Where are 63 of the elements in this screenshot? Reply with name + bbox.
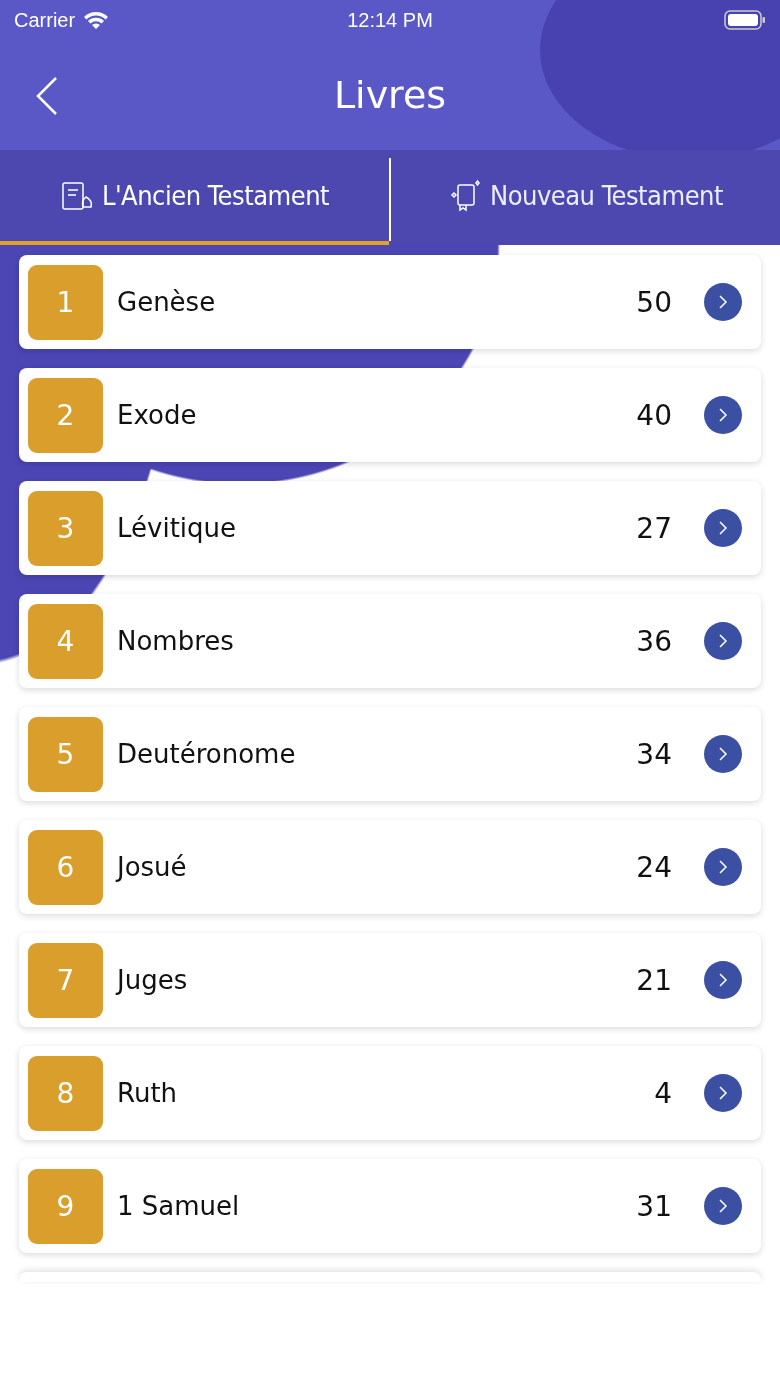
open-button[interactable] [704,961,742,999]
book-card[interactable]: 8 Ruth 4 [19,1046,761,1140]
chevron-icon [718,859,728,875]
chevron-icon [718,1198,728,1214]
testament-tab[interactable]: L'Ancien Testament [0,150,389,245]
clock-time: 12:14 PM [347,8,433,32]
book-name: Lévitique [117,513,238,543]
carrier-label: Carrier [14,8,76,32]
book-card[interactable]: 9 1 Samuel 31 [19,1159,761,1253]
testament-tab[interactable]: Nouveau Testament [391,150,780,245]
battery-icon [724,10,766,30]
book-number: 2 [28,377,103,453]
open-button[interactable] [704,396,742,434]
chapter-count: 21 [635,963,672,997]
book-card[interactable]: 6 Josué 24 [19,820,761,914]
open-button[interactable] [704,509,742,547]
book-icon [448,178,482,213]
book-number: 8 [28,1055,103,1131]
book-number: 9 [28,1168,103,1244]
open-button[interactable] [704,283,742,321]
open-button[interactable] [704,1187,742,1225]
chapter-count: 50 [635,285,672,319]
book-name: Exode [117,400,198,430]
chevron-icon [718,633,728,649]
screen-title: Livres [333,73,447,117]
chapter-count: 24 [635,850,672,884]
book-card[interactable]: 1 Genèse 50 [19,255,761,349]
open-button[interactable] [704,622,742,660]
chevron-icon [718,520,728,536]
book-name: Genèse [117,287,217,317]
book-name: Josué [117,852,188,882]
open-button[interactable] [704,1074,742,1112]
book-name: Nombres [117,626,235,656]
book-number: 1 [28,264,103,340]
chapter-count: 36 [635,624,672,658]
book-number: 3 [28,490,103,566]
book-card[interactable]: 7 Juges 21 [19,933,761,1027]
book-number: 4 [28,603,103,679]
book-name: Ruth [117,1078,179,1108]
chapter-count: 27 [635,511,672,545]
chapter-count: 31 [635,1189,672,1223]
book-card[interactable]: 4 Nombres 36 [19,594,761,688]
chapter-count: 4 [653,1076,672,1110]
chevron-icon [718,294,728,310]
book-card[interactable]: 5 Deutéronome 34 [19,707,761,801]
open-button[interactable] [704,848,742,886]
book-number: 6 [28,829,103,905]
wifi-icon [83,10,110,30]
book-card[interactable]: 2 Exode 40 [19,368,761,462]
chapter-count: 34 [635,737,672,771]
book-card[interactable]: 3 Lévitique 27 [19,481,761,575]
book-name: Juges [117,965,189,995]
book-name: Deutéronome [117,739,297,769]
back-icon [36,77,58,115]
chevron-icon [718,972,728,988]
open-button[interactable] [704,735,742,773]
chevron-icon [718,746,728,762]
chevron-icon [718,407,728,423]
book-name: 1 Samuel [117,1191,241,1221]
chapter-count: 40 [635,398,672,432]
book-number: 5 [28,716,103,792]
chevron-icon [718,1085,728,1101]
book-number: 7 [28,942,103,1018]
